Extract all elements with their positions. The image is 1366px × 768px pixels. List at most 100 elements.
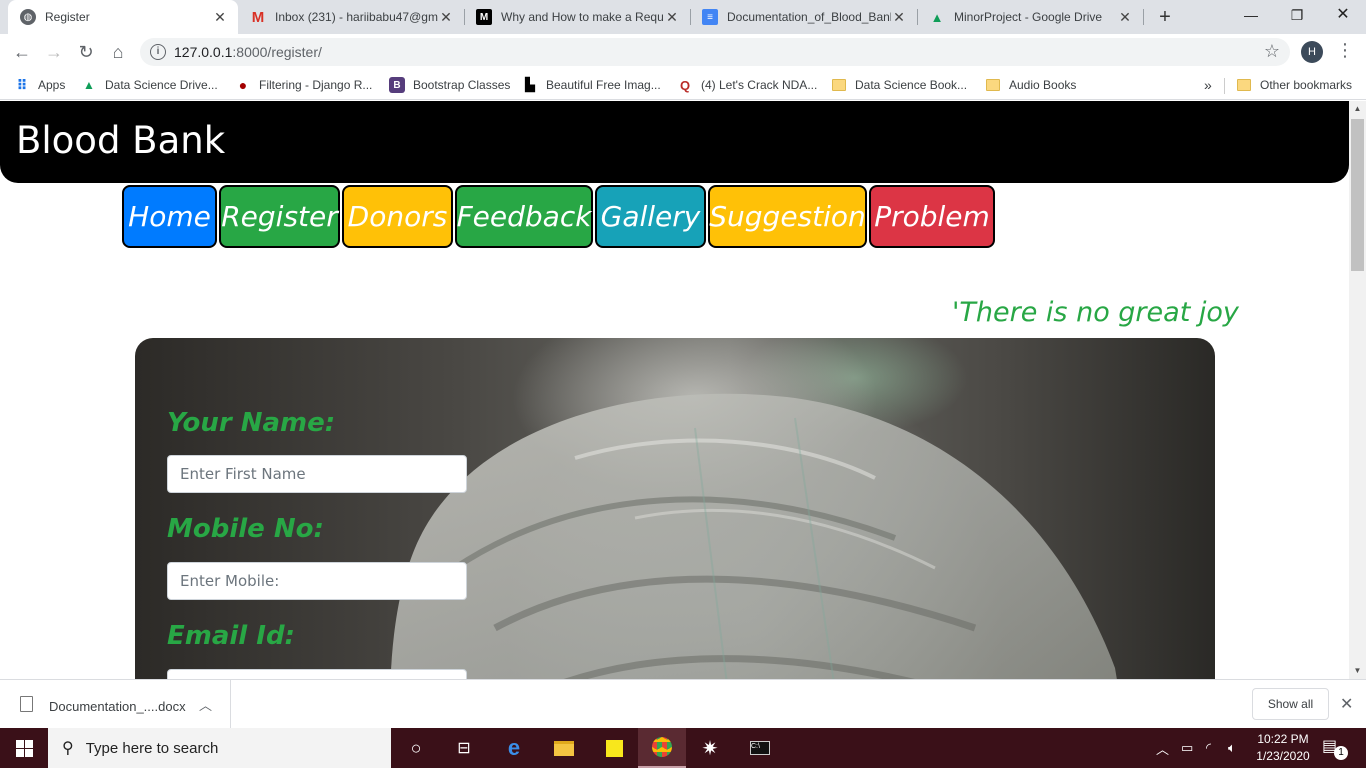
chrome-icon[interactable] (638, 728, 686, 768)
bookmark-crack-nda[interactable]: Q (4) Let's Crack NDA... (677, 77, 817, 93)
gmail-icon: M (251, 8, 265, 26)
site-header: Blood Bank (0, 101, 1349, 183)
bookmark-label: Bootstrap Classes (413, 78, 511, 92)
sticky-notes-icon[interactable] (590, 728, 638, 768)
document-file-icon (20, 696, 33, 712)
start-button[interactable] (0, 728, 48, 768)
email-input[interactable] (167, 669, 467, 679)
home-icon[interactable]: ⌂ (106, 40, 130, 64)
action-center-icon[interactable]: ▤ 1 (1322, 736, 1348, 760)
clock-date: 1/23/2020 (1256, 749, 1310, 763)
other-bookmarks[interactable]: Other bookmarks (1236, 77, 1352, 93)
marquee-quote: 'There is no great joy (952, 297, 1239, 328)
close-icon[interactable]: ✕ (438, 9, 454, 26)
taskbar-search[interactable]: ⚲ Type here to search (48, 728, 391, 768)
bookmark-label: Data Science Drive... (105, 78, 218, 92)
url-path: :8000/register/ (232, 44, 322, 60)
bookmarks-separator (1224, 78, 1225, 94)
bookmark-star-icon[interactable]: ☆ (1264, 41, 1280, 62)
bookmark-bootstrap-classes[interactable]: B Bootstrap Classes (389, 77, 510, 93)
close-window-button[interactable]: ✕ (1320, 0, 1366, 30)
bookmark-label: Data Science Book... (855, 78, 968, 92)
close-icon[interactable]: ✕ (664, 9, 680, 26)
forward-arrow-icon[interactable]: → (42, 40, 66, 64)
tab-title: Inbox (231) - hariibabu47@gm (275, 10, 438, 24)
apps-grid-icon: ⠿ (16, 76, 28, 93)
tab-documentation[interactable]: ≡ Documentation_of_Blood_Bank ✕ (690, 0, 917, 34)
file-explorer-icon[interactable] (540, 728, 588, 768)
volume-icon[interactable]: 🔈︎ (1228, 728, 1236, 768)
notification-badge: 1 (1334, 746, 1348, 760)
restore-button[interactable]: ❐ (1274, 0, 1320, 30)
edge-browser-icon[interactable]: e (490, 728, 538, 768)
close-icon[interactable]: ✕ (891, 9, 907, 26)
nav-suggestion-button[interactable]: Suggestion (708, 185, 867, 248)
page-viewport: Blood Bank Home Register Donors Feedback… (0, 101, 1349, 679)
scrollbar-thumb[interactable] (1351, 119, 1364, 271)
folder-icon (1236, 77, 1252, 93)
nav-feedback-button[interactable]: Feedback (455, 185, 593, 248)
taskbar-clock[interactable]: 10:22 PM 1/23/2020 (1248, 731, 1318, 765)
profile-avatar[interactable]: H (1301, 41, 1323, 63)
name-input[interactable]: Enter First Name (167, 455, 467, 493)
mobile-input[interactable]: Enter Mobile: (167, 562, 467, 600)
back-arrow-icon[interactable]: ← (10, 40, 34, 64)
nav-gallery-button[interactable]: Gallery (595, 185, 706, 248)
url-host: 127.0.0.1 (174, 44, 233, 60)
medium-icon: M (476, 9, 492, 25)
nav-register-button[interactable]: Register (219, 185, 340, 248)
wifi-icon[interactable]: ◜ (1206, 728, 1211, 768)
spider-app-icon[interactable]: ✷ (686, 728, 734, 768)
chevron-up-icon[interactable]: ︿ (199, 695, 212, 714)
page-scrollbar[interactable]: ▲ ▼ (1349, 101, 1366, 679)
battery-icon[interactable]: ▭ (1181, 728, 1193, 768)
new-tab-button[interactable]: + (1153, 4, 1177, 30)
tab-medium-article[interactable]: M Why and How to make a Requ ✕ (464, 0, 690, 34)
nav-home-button[interactable]: Home (122, 185, 217, 248)
nav-problem-button[interactable]: Problem (869, 185, 995, 248)
cortana-icon[interactable]: ○ (392, 728, 440, 768)
download-file-name: Documentation_....docx (49, 699, 186, 714)
download-item[interactable]: Documentation_....docx ︿ (0, 680, 231, 728)
reload-icon[interactable]: ↻ (74, 40, 98, 64)
site-brand[interactable]: Blood Bank (16, 119, 225, 162)
task-view-icon[interactable]: ⊟ (440, 728, 488, 768)
tab-register[interactable]: ◍ Register ✕ (8, 0, 238, 34)
bookmark-data-science-drive[interactable]: ▲ Data Science Drive... (81, 77, 218, 93)
command-prompt-icon[interactable]: C:\ (736, 728, 784, 768)
bookmark-free-images[interactable]: ▙ Beautiful Free Imag... (522, 77, 661, 93)
site-info-icon[interactable]: i (150, 44, 166, 60)
tab-title: Register (45, 10, 90, 24)
windows-taskbar: ⚲ Type here to search ○ ⊟ e ✷ C:\ ︿ ▭ ◜ … (0, 728, 1366, 768)
bookmark-audio-books[interactable]: Audio Books (985, 77, 1076, 93)
close-icon[interactable]: ✕ (1117, 9, 1133, 26)
address-url: 127.0.0.1:8000/register/ (174, 44, 322, 60)
search-icon: ⚲ (62, 740, 74, 757)
close-icon[interactable]: ✕ (1340, 694, 1353, 714)
bookmark-label: (4) Let's Crack NDA... (701, 78, 818, 92)
bookmark-filtering-django[interactable]: ● Filtering - Django R... (235, 77, 373, 93)
bookmarks-bar: ⠿ Apps ▲ Data Science Drive... ● Filtering … (0, 70, 1366, 100)
close-icon[interactable]: ✕ (212, 9, 228, 26)
address-bar[interactable]: i 127.0.0.1:8000/register/ ☆ (140, 38, 1290, 66)
bookmark-data-science-book[interactable]: Data Science Book... (831, 77, 967, 93)
clock-time: 10:22 PM (1257, 732, 1309, 746)
scroll-up-arrow-icon[interactable]: ▲ (1349, 101, 1366, 117)
scroll-down-arrow-icon[interactable]: ▼ (1349, 663, 1366, 679)
google-drive-icon: ▲ (930, 9, 944, 25)
bookmark-apps[interactable]: ⠿ Apps (14, 76, 66, 93)
google-docs-icon: ≡ (702, 9, 718, 25)
minimize-button[interactable]: — (1228, 0, 1274, 30)
tab-separator (1143, 9, 1144, 25)
browser-menu-icon[interactable]: ⋮ (1336, 40, 1354, 61)
bookmark-label: Filtering - Django R... (259, 78, 373, 92)
tab-google-drive[interactable]: ▲ MinorProject - Google Drive ✕ (917, 0, 1143, 34)
show-all-downloads-button[interactable]: Show all (1252, 688, 1329, 720)
show-hidden-icons[interactable]: ︿ (1156, 728, 1169, 768)
email-label: Email Id: (167, 621, 295, 651)
nav-donors-button[interactable]: Donors (342, 185, 453, 248)
bookmark-label: Apps (38, 78, 66, 92)
bookmarks-overflow-chevron[interactable]: » (1204, 77, 1212, 93)
tab-title: Documentation_of_Blood_Bank (727, 10, 891, 24)
tab-inbox[interactable]: M Inbox (231) - hariibabu47@gm ✕ (238, 0, 464, 34)
